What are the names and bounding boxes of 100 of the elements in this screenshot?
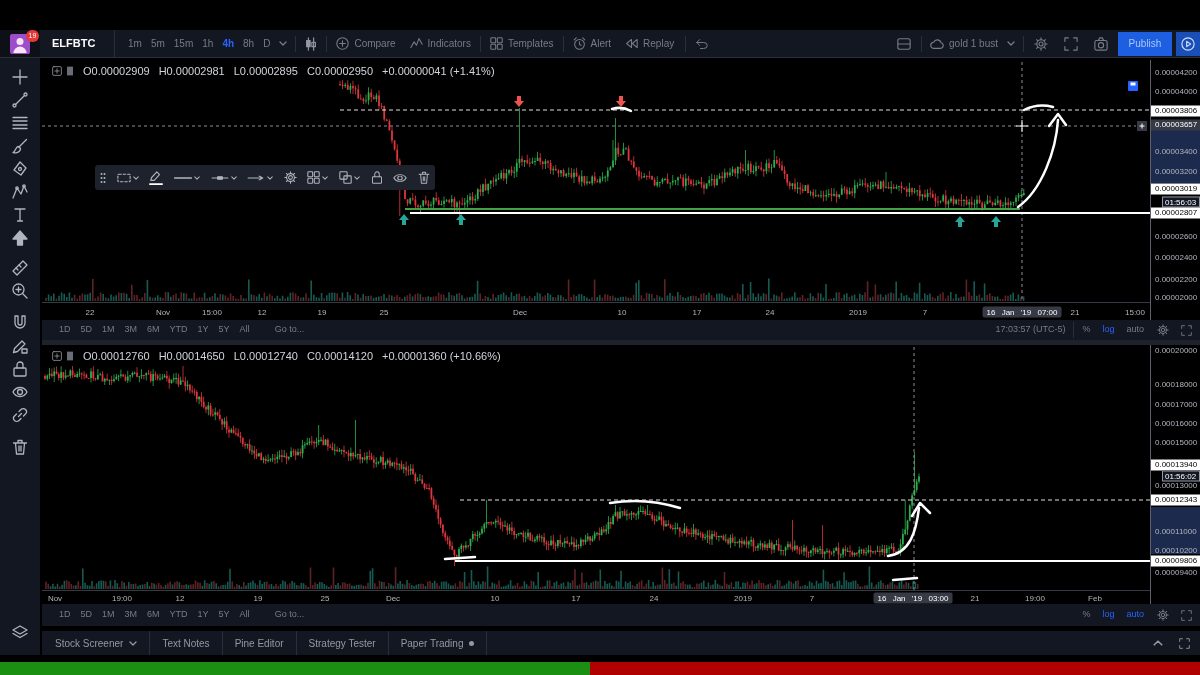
go-to-button[interactable]: Go to... xyxy=(270,320,309,340)
text-icon[interactable] xyxy=(12,207,28,223)
interval-button[interactable]: 1h xyxy=(198,33,218,54)
fullscreen-icon[interactable] xyxy=(1064,36,1078,51)
toolbar-button[interactable]: Replay xyxy=(618,32,682,55)
save-icon[interactable] xyxy=(1128,81,1138,91)
pen-icon[interactable] xyxy=(12,161,28,177)
undo-icon[interactable] xyxy=(696,37,709,50)
brush-icon[interactable] xyxy=(12,138,28,154)
scale-toggle[interactable]: auto xyxy=(1120,604,1150,626)
rewind-icon[interactable] xyxy=(625,37,639,50)
panel-tab[interactable]: Stock Screener xyxy=(43,631,151,655)
settings-icon[interactable] xyxy=(283,171,297,184)
range-button[interactable]: All xyxy=(234,604,255,626)
interval-button[interactable]: 1m xyxy=(124,33,146,54)
scale-toggle[interactable]: % xyxy=(1076,604,1097,626)
interval-button[interactable]: 15m xyxy=(169,33,198,54)
play-circle-icon[interactable] xyxy=(1181,36,1195,51)
interval-button[interactable]: 5m xyxy=(146,33,169,54)
publish-menu-button[interactable] xyxy=(1176,31,1200,56)
fullscreen-icon[interactable] xyxy=(1180,609,1192,621)
lock-icon[interactable] xyxy=(370,171,383,184)
eye-icon[interactable] xyxy=(12,384,28,400)
pencil-lock-icon[interactable] xyxy=(12,338,28,354)
panel-tab[interactable]: Pine Editor xyxy=(222,631,297,655)
line-color-icon[interactable] xyxy=(149,170,164,185)
caret-up-icon[interactable] xyxy=(1153,640,1163,646)
templates-icon[interactable] xyxy=(307,171,321,184)
range-button[interactable]: 6M xyxy=(142,604,165,626)
candles-icon[interactable] xyxy=(304,36,319,51)
rectangle-icon[interactable] xyxy=(116,171,131,184)
collapse-icon[interactable] xyxy=(52,66,62,77)
panel-tab[interactable]: Strategy Tester xyxy=(296,631,389,655)
range-button[interactable]: 5Y xyxy=(213,320,235,340)
trash-icon[interactable] xyxy=(12,439,28,455)
publish-button[interactable]: Publish xyxy=(1118,31,1172,56)
plus-icon[interactable] xyxy=(1137,121,1147,131)
interval-button[interactable]: 8h xyxy=(239,33,259,54)
avatar-icon[interactable] xyxy=(10,33,30,54)
caret-down-icon[interactable] xyxy=(267,175,274,180)
settings-icon[interactable] xyxy=(1034,36,1048,51)
ruler-icon[interactable] xyxy=(12,260,28,276)
go-to-button[interactable]: Go to... xyxy=(270,604,309,626)
interval-button[interactable]: 4h xyxy=(218,33,239,54)
panel-tab[interactable]: Text Notes xyxy=(150,631,223,655)
visual-order-icon[interactable] xyxy=(339,171,352,184)
pattern-icon[interactable] xyxy=(12,184,28,200)
range-button[interactable]: 1D xyxy=(54,320,76,340)
line-ends-icon[interactable] xyxy=(247,172,266,183)
drag-handle-icon[interactable] xyxy=(100,171,106,184)
caret-down-icon[interactable] xyxy=(132,175,139,180)
settings-icon[interactable] xyxy=(1157,324,1169,336)
camera-icon[interactable] xyxy=(1094,36,1108,51)
range-button[interactable]: 3M xyxy=(119,320,143,340)
range-button[interactable]: 1M xyxy=(97,320,120,340)
zoom-in-icon[interactable] xyxy=(12,283,28,299)
toolbar-button[interactable]: Indicators xyxy=(402,32,478,55)
range-button[interactable]: 1D xyxy=(54,604,76,626)
range-button[interactable]: 5D xyxy=(75,320,98,340)
caret-down-icon[interactable] xyxy=(354,175,360,180)
maximize-icon[interactable] xyxy=(1178,637,1190,649)
range-button[interactable]: 6M xyxy=(142,320,165,340)
templates-icon[interactable] xyxy=(489,37,503,50)
arrow-up-icon[interactable] xyxy=(12,230,28,246)
range-button[interactable]: All xyxy=(234,320,255,340)
layout-name-button[interactable]: gold 1 bust xyxy=(924,32,1021,55)
symbol-button[interactable]: ELFBTC xyxy=(40,30,115,57)
caret-down-icon[interactable] xyxy=(322,175,329,180)
trend-line-icon[interactable] xyxy=(12,92,28,108)
lock-icon[interactable] xyxy=(12,361,28,377)
toolbar-button[interactable]: Alert xyxy=(565,32,619,55)
range-button[interactable]: 1M xyxy=(97,604,120,626)
caret-down-icon[interactable] xyxy=(1007,41,1015,46)
crosshair-icon[interactable] xyxy=(12,69,28,85)
alarm-clock-icon[interactable] xyxy=(572,37,586,50)
scale-toggle[interactable]: auto xyxy=(1120,320,1150,340)
eye-icon[interactable] xyxy=(393,171,408,184)
settings-icon[interactable] xyxy=(1157,609,1169,621)
range-button[interactable]: 5D xyxy=(75,604,98,626)
caret-down-icon[interactable] xyxy=(230,175,237,180)
layers-icon[interactable] xyxy=(12,624,28,640)
collapse-icon[interactable] xyxy=(52,351,62,362)
cloud-icon[interactable] xyxy=(930,36,945,51)
scale-toggle[interactable]: log xyxy=(1096,604,1121,626)
panel-tab[interactable]: Paper Trading xyxy=(388,631,488,655)
scale-toggle[interactable]: % xyxy=(1076,320,1097,340)
caret-down-icon[interactable] xyxy=(193,175,200,180)
range-button[interactable]: 1Y xyxy=(192,604,214,626)
interval-button[interactable]: D xyxy=(259,33,275,54)
scale-toggle[interactable]: log xyxy=(1096,320,1121,340)
horizontal-lines-icon[interactable] xyxy=(12,115,28,131)
toolbar-button[interactable]: Compare xyxy=(329,32,403,55)
layout-icon[interactable] xyxy=(897,36,912,51)
range-button[interactable]: YTD xyxy=(164,320,193,340)
caret-down-icon[interactable] xyxy=(129,640,138,646)
caret-down-icon[interactable] xyxy=(279,41,288,46)
range-button[interactable]: 5Y xyxy=(213,604,235,626)
magnet-icon[interactable] xyxy=(12,315,28,331)
toolbar-button[interactable]: Templates xyxy=(482,32,561,55)
link-icon[interactable] xyxy=(12,407,28,423)
